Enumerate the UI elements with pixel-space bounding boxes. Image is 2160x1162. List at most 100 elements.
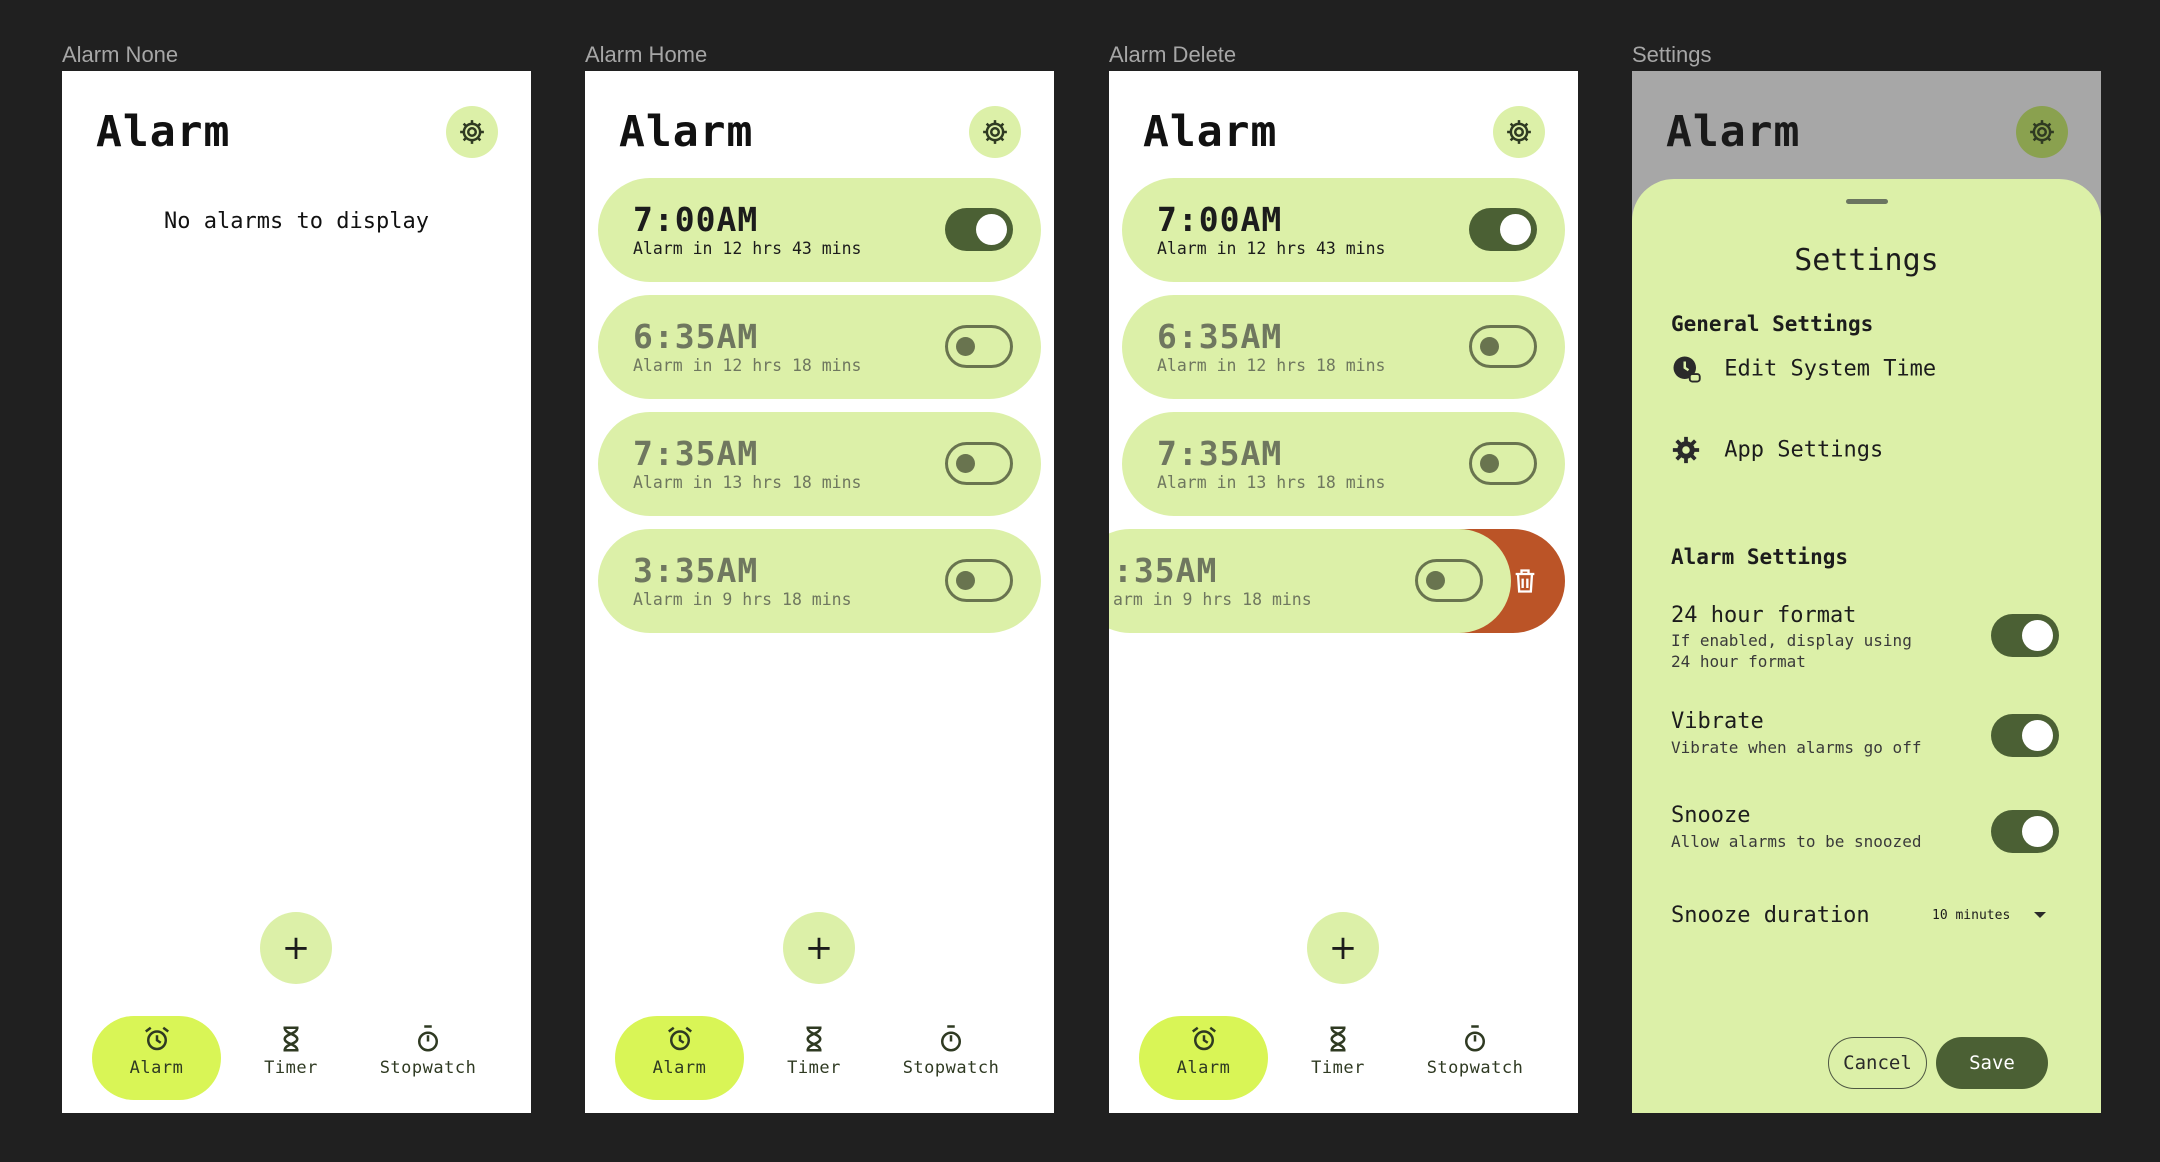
nav-tab-timer[interactable]: Timer [1283,1016,1393,1100]
alarm-card[interactable]: 7:00AM Alarm in 12 hrs 43 mins [598,178,1041,282]
snooze-duration-value: 10 minutes [1932,907,2011,923]
frame-label-alarm-delete: Alarm Delete [1109,42,1237,67]
page-title: Alarm [619,107,754,157]
alarm-toggle[interactable] [945,325,1013,368]
nav-tab-alarm[interactable]: Alarm [92,1016,221,1100]
nav-tab-stopwatch[interactable]: Stopwatch [1405,1016,1545,1100]
screen-settings: Alarm Settings General Settings Edit Sys… [1632,71,2101,1113]
settings-button[interactable] [969,106,1021,158]
nav-label-stopwatch: Stopwatch [379,1058,477,1078]
add-alarm-button[interactable]: + [783,912,855,984]
stopwatch-icon [941,1025,961,1052]
alarm-clock-icon [144,1026,169,1051]
app-settings-row[interactable]: App Settings [1671,435,1883,465]
alarm-toggle[interactable] [945,559,1013,602]
alarm-countdown: Alarm in 12 hrs 43 mins [633,239,862,258]
screen-alarm-none: Alarm No alarms to display + Alarm Timer… [62,71,531,1113]
alarm-clock-icon [667,1026,692,1051]
hourglass-icon [1330,1026,1346,1052]
alarm-time: :35AM [1113,551,1218,590]
frame-label-alarm-home: Alarm Home [585,42,708,67]
gear-icon [983,120,1007,144]
nav-tab-timer[interactable]: Timer [236,1016,346,1100]
alarm-time: 6:35AM [633,317,759,356]
alarm-toggle[interactable] [1469,325,1537,368]
stopwatch-icon [418,1025,438,1052]
alarm-card[interactable]: 3:35AM Alarm in 9 hrs 18 mins [598,529,1041,633]
section-header-general: General Settings [1671,312,1874,336]
app-settings-label: App Settings [1724,437,1884,463]
alarm-time: 7:35AM [1157,434,1283,473]
settings-button[interactable] [2016,106,2068,158]
snooze-toggle[interactable] [1991,810,2059,853]
stopwatch-icon [1465,1025,1485,1052]
vibrate-title: Vibrate [1671,709,1764,734]
hourglass-icon [806,1026,822,1052]
gear-icon [1672,436,1700,464]
alarm-toggle[interactable] [1469,442,1537,485]
gear-icon [460,120,484,144]
snooze-title: Snooze [1671,803,1751,828]
nav-label-stopwatch: Stopwatch [1426,1058,1524,1078]
nav-label-alarm: Alarm [1176,1058,1231,1078]
snooze-duration-label: Snooze duration [1671,903,1870,928]
alarm-card[interactable]: 6:35AM Alarm in 12 hrs 18 mins [1122,295,1565,399]
alarm-countdown: Alarm in 12 hrs 18 mins [1157,356,1386,375]
alarm-countdown: arm in 9 hrs 18 mins [1113,590,1312,609]
alarm-countdown: Alarm in 12 hrs 18 mins [633,356,862,375]
sheet-title: Settings [1794,243,1939,278]
nav-label-alarm: Alarm [129,1058,184,1078]
nav-tab-alarm[interactable]: Alarm [1139,1016,1268,1100]
settings-button[interactable] [446,106,498,158]
nav-tab-stopwatch[interactable]: Stopwatch [358,1016,498,1100]
alarm-time: 3:35AM [633,551,759,590]
settings-bottom-sheet: Settings General Settings Edit System Ti… [1632,179,2101,1113]
alarm-countdown: Alarm in 13 hrs 18 mins [1157,473,1386,492]
clock-icon [1673,356,1701,383]
cancel-button[interactable]: Cancel [1828,1037,1927,1089]
alarm-clock-icon [1191,1026,1216,1051]
page-title: Alarm [96,107,231,157]
hour24-title: 24 hour format [1671,603,1857,628]
alarm-time: 7:00AM [1157,200,1283,239]
alarm-card[interactable]: 7:35AM Alarm in 13 hrs 18 mins [598,412,1041,516]
hour24-description-cont: 24 hour format [1671,652,1806,671]
hour24-description: If enabled, display using [1671,631,1912,650]
nav-label-stopwatch: Stopwatch [902,1058,1000,1078]
add-alarm-button[interactable]: + [260,912,332,984]
nav-tab-stopwatch[interactable]: Stopwatch [881,1016,1021,1100]
alarm-countdown: Alarm in 12 hrs 43 mins [1157,239,1386,258]
alarm-toggle[interactable] [945,208,1013,251]
empty-state-message: No alarms to display [164,209,429,234]
drag-handle[interactable] [1846,199,1888,204]
nav-label-timer: Timer [1311,1058,1365,1078]
alarm-toggle[interactable] [1469,208,1537,251]
nav-label-alarm: Alarm [652,1058,707,1078]
nav-tab-timer[interactable]: Timer [759,1016,869,1100]
snooze-description: Allow alarms to be snoozed [1671,832,1922,851]
alarm-toggle[interactable] [945,442,1013,485]
section-header-alarm: Alarm Settings [1671,545,1849,569]
alarm-card[interactable]: 6:35AM Alarm in 12 hrs 18 mins [598,295,1041,399]
add-alarm-button[interactable]: + [1307,912,1379,984]
vibrate-toggle[interactable] [1991,714,2059,757]
save-button[interactable]: Save [1936,1037,2048,1089]
dropdown-arrow-icon [2034,912,2047,918]
alarm-countdown: Alarm in 9 hrs 18 mins [633,590,852,609]
hour24-toggle[interactable] [1991,614,2059,657]
alarm-card[interactable]: 7:00AM Alarm in 12 hrs 43 mins [1122,178,1565,282]
edit-system-time-label: Edit System Time [1724,356,1937,382]
alarm-card[interactable]: 7:35AM Alarm in 13 hrs 18 mins [1122,412,1565,516]
gear-icon [2030,120,2054,144]
edit-system-time-row[interactable]: Edit System Time [1671,354,1936,384]
alarm-toggle[interactable] [1415,559,1483,602]
snooze-duration-select[interactable]: 10 minutes [1932,901,2067,929]
alarm-time: 6:35AM [1157,317,1283,356]
alarm-card-swiped[interactable]: :35AM arm in 9 hrs 18 mins [1109,529,1511,633]
settings-button[interactable] [1493,106,1545,158]
frame-label-alarm-none: Alarm None [62,42,179,67]
vibrate-description: Vibrate when alarms go off [1671,738,1922,757]
gear-icon [1507,120,1531,144]
nav-tab-alarm[interactable]: Alarm [615,1016,744,1100]
screen-alarm-delete: Alarm 7:00AM Alarm in 12 hrs 43 mins 6:3… [1109,71,1578,1113]
